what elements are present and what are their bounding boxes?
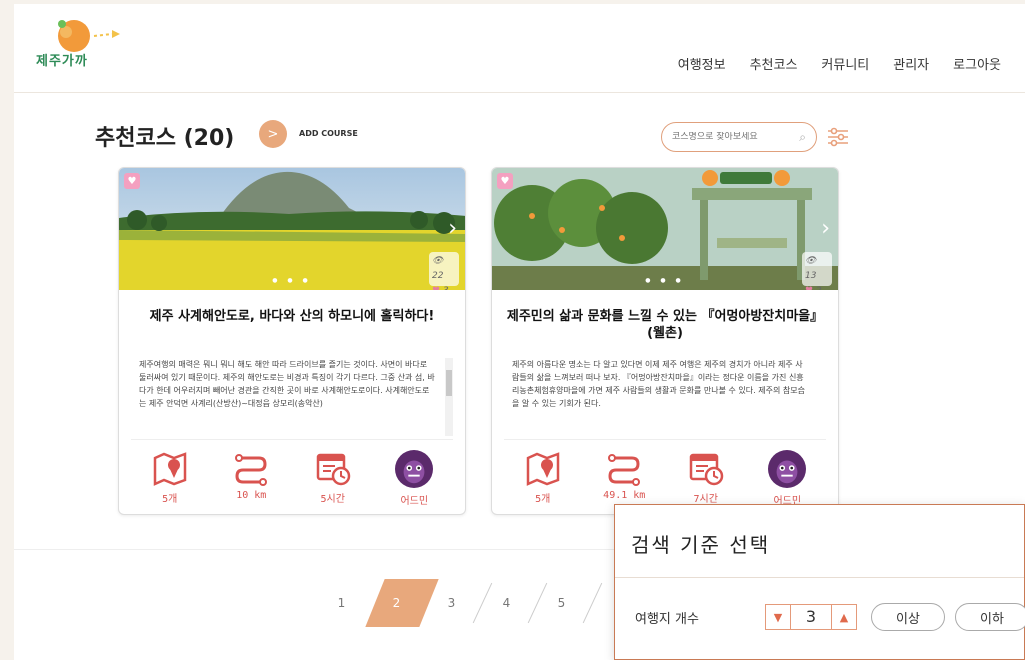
- route-icon: [608, 454, 641, 486]
- meta-author: 어드민: [379, 450, 449, 507]
- calendar-clock-icon: [316, 453, 350, 486]
- canola-field-image: [119, 168, 465, 290]
- carousel-dots: ● ● ●: [272, 277, 312, 284]
- route-icon: [235, 454, 268, 486]
- meta-time: 5시간: [298, 450, 368, 507]
- like-count-row: ♥ 2: [805, 284, 829, 290]
- places-count: 5개: [535, 494, 551, 505]
- tangerine-farm-image: [492, 168, 838, 290]
- places-count: 5개: [162, 494, 178, 505]
- page-separator: [582, 582, 603, 624]
- distance-value: 10 km: [236, 490, 267, 501]
- course-card[interactable]: ♥ › ● ● ● 👁 22 ♥ 3 제주 사계해안도로, 바다와 산의 하모니…: [118, 167, 466, 515]
- author-avatar: [395, 450, 434, 488]
- search-icon[interactable]: ⌕: [799, 130, 806, 145]
- map-pin-icon: [153, 452, 186, 486]
- logo-text[interactable]: 제주가까: [36, 50, 88, 69]
- author-avatar: [768, 450, 807, 488]
- above-option-button[interactable]: 이상: [871, 603, 945, 631]
- meta-time: 7시간: [671, 450, 741, 507]
- nav-logout[interactable]: 로그아웃: [953, 54, 1001, 73]
- next-image-chevron-icon[interactable]: ›: [821, 216, 830, 241]
- place-count-row: 여행지 개수 ▼ 3 ▲ 이상 이하: [635, 603, 1025, 631]
- card-description-text: 제주의 아름다운 명소는 다 알고 있다면 이제 제주 여행은 제주의 경치가 …: [512, 360, 805, 408]
- increment-arrow-icon[interactable]: ▲: [832, 605, 856, 629]
- course-image[interactable]: ♥ › ● ● ● 👁 13 ♥ 2: [492, 168, 838, 290]
- card-meta: 5개 10 km 5시간 어드민: [119, 440, 465, 507]
- search-input[interactable]: [672, 132, 790, 142]
- nav-recommended-course[interactable]: 추천코스: [750, 54, 798, 73]
- like-count: 3: [443, 286, 449, 290]
- page-3[interactable]: 3: [424, 579, 493, 627]
- next-image-chevron-icon[interactable]: ›: [448, 216, 457, 241]
- logo-icon[interactable]: [36, 14, 126, 80]
- course-image[interactable]: ♥ › ● ● ● 👁 22 ♥ 3: [119, 168, 465, 290]
- page-4[interactable]: 4: [479, 579, 548, 627]
- carousel-dots: ● ● ●: [645, 277, 685, 284]
- card-stats: 👁 22 ♥ 3: [429, 252, 459, 290]
- page-number: 2: [392, 596, 401, 610]
- meta-distance: 49.1 km: [589, 450, 659, 507]
- meta-distance: 10 km: [216, 450, 286, 507]
- view-count-row: 👁 22: [432, 256, 444, 281]
- view-count: 13: [805, 271, 817, 281]
- meta-author: 어드민: [752, 450, 822, 507]
- decrement-arrow-icon[interactable]: ▼: [766, 605, 790, 629]
- header-divider: [14, 92, 1025, 93]
- like-heart-icon: ♥: [805, 286, 813, 290]
- nav-community[interactable]: 커뮤니티: [821, 54, 869, 73]
- card-description: 제주여행의 매력은 뭐니 뭐니 해도 해안 따라 드라이브를 즐기는 것이다. …: [131, 358, 453, 440]
- card-title[interactable]: 제주 사계해안도로, 바다와 산의 하모니에 홀릭하다!: [119, 290, 465, 358]
- search-box[interactable]: ⌕: [661, 122, 817, 152]
- monster-avatar-icon: [397, 451, 432, 487]
- nav-admin[interactable]: 관리자: [893, 54, 929, 73]
- scrollbar-thumb[interactable]: [446, 370, 452, 396]
- search-criteria-modal: 검색 기준 선택 여행지 개수 ▼ 3 ▲ 이상 이하: [614, 504, 1025, 660]
- card-stats: 👁 13 ♥ 2: [802, 252, 832, 290]
- like-heart-icon: ♥: [432, 286, 440, 290]
- view-count: 22: [432, 271, 444, 281]
- view-count-row: 👁 13: [805, 256, 817, 281]
- author-name: 어드민: [400, 496, 429, 507]
- place-count-stepper: ▼ 3 ▲: [765, 604, 857, 630]
- page-number: 1: [337, 596, 346, 610]
- like-count-row: ♥ 3: [432, 284, 456, 290]
- nav-travel-info[interactable]: 여행정보: [678, 54, 726, 73]
- meta-places: 5개: [135, 450, 205, 507]
- add-course-label[interactable]: ADD COURSE: [299, 129, 358, 138]
- pagination: 1 2 3 4 5: [314, 579, 603, 627]
- card-description-text: 제주여행의 매력은 뭐니 뭐니 해도 해안 따라 드라이브를 즐기는 것이다. …: [139, 360, 435, 408]
- like-count: 2: [816, 286, 822, 290]
- card-title[interactable]: 제주민의 삶과 문화를 느낄 수 있는 『어멍아방잔치마을』 (웰촌): [492, 290, 838, 358]
- distance-value: 49.1 km: [603, 490, 646, 501]
- map-pin-icon: [526, 452, 559, 486]
- modal-title: 검색 기준 선택: [631, 533, 771, 557]
- card-meta: 5개 49.1 km 7시간 어드민: [492, 440, 838, 507]
- monster-avatar-icon: [770, 451, 805, 487]
- page-number: 4: [502, 596, 511, 610]
- page-number: 3: [447, 596, 456, 610]
- duration-value: 7시간: [693, 494, 718, 505]
- chevron-right-icon: >: [267, 126, 279, 142]
- add-course-button[interactable]: >: [259, 120, 287, 148]
- duration-value: 5시간: [320, 494, 345, 505]
- card-description: 제주의 아름다운 명소는 다 알고 있다면 이제 제주 여행은 제주의 경치가 …: [504, 358, 826, 440]
- below-option-button[interactable]: 이하: [955, 603, 1025, 631]
- description-scrollbar[interactable]: [445, 358, 453, 436]
- page-title: 추천코스 (20): [95, 126, 235, 151]
- page-5[interactable]: 5: [534, 579, 603, 627]
- favorite-heart-icon[interactable]: ♥: [497, 173, 513, 189]
- main-nav: 여행정보 추천코스 커뮤니티 관리자 로그아웃: [654, 54, 1025, 73]
- page-2-active[interactable]: 2: [369, 579, 424, 627]
- filter-settings-icon[interactable]: [826, 126, 850, 148]
- page-number: 5: [557, 596, 566, 610]
- favorite-heart-icon[interactable]: ♥: [124, 173, 140, 189]
- course-card[interactable]: ♥ › ● ● ● 👁 13 ♥ 2 제주민의 삶과 문화를 느낄 수 있는 『…: [491, 167, 839, 515]
- calendar-clock-icon: [689, 453, 723, 486]
- modal-divider: [615, 577, 1024, 578]
- stepper-value[interactable]: 3: [790, 605, 832, 629]
- meta-places: 5개: [508, 450, 578, 507]
- place-count-label: 여행지 개수: [635, 611, 699, 627]
- page-1[interactable]: 1: [314, 579, 369, 627]
